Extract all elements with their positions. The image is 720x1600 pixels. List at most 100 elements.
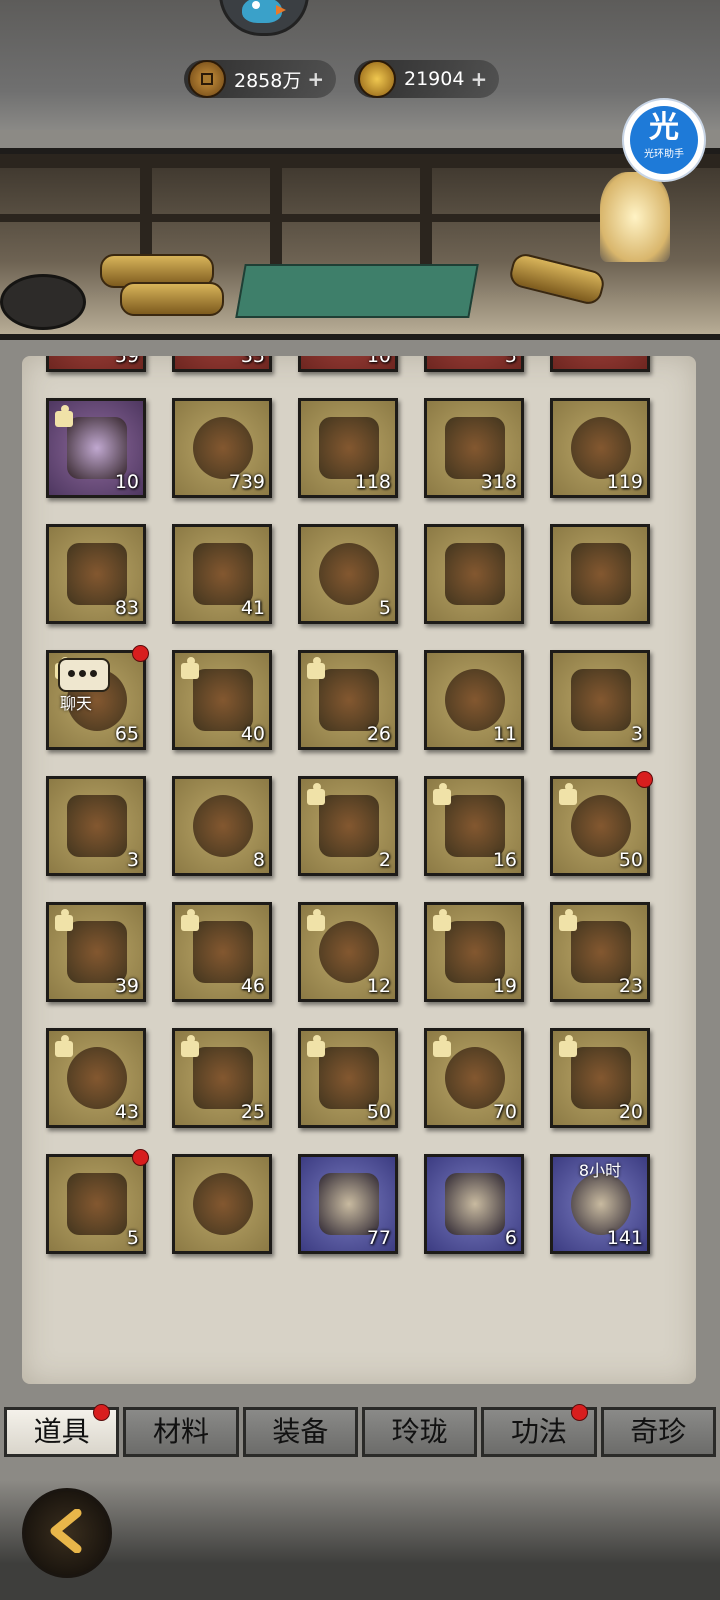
halo-assistant-badge[interactable]: 光 光环助手 — [622, 98, 706, 182]
shelf-board — [0, 214, 600, 222]
inventory-item[interactable]: 40 — [172, 650, 272, 750]
item-quantity: 26 — [366, 723, 391, 745]
inventory-item[interactable]: 20 — [550, 1028, 650, 1128]
item-quantity: 119 — [606, 471, 643, 493]
item-quantity: 50 — [366, 1101, 391, 1123]
inventory-item[interactable]: 41 — [172, 524, 272, 624]
inventory-item[interactable]: 8 — [172, 776, 272, 876]
item-quantity: 5 — [504, 356, 517, 367]
helper-label: 光环助手 — [644, 149, 684, 160]
gold-currency[interactable]: 21904 + — [354, 60, 500, 98]
inventory-item[interactable]: 35 — [172, 356, 272, 372]
inventory-item[interactable]: 118 — [298, 398, 398, 498]
inventory-item[interactable] — [172, 1154, 272, 1254]
item-timer: 8小时 — [578, 1161, 622, 1180]
inventory-item[interactable]: 23 — [550, 902, 650, 1002]
gold-amount: 21904 — [404, 68, 465, 90]
item-quantity: 20 — [618, 1101, 643, 1123]
item-quantity: 83 — [114, 597, 139, 619]
inventory-item[interactable]: 318 — [424, 398, 524, 498]
inventory-item[interactable]: 83 — [46, 524, 146, 624]
add-copper-button[interactable]: + — [307, 67, 324, 91]
notification-dot — [636, 771, 653, 788]
inventory-item[interactable]: 10 — [46, 398, 146, 498]
tab-5[interactable]: 奇珍 — [600, 1407, 716, 1457]
tab-0[interactable]: 道具 — [4, 1404, 120, 1457]
add-gold-button[interactable]: + — [470, 67, 487, 91]
inventory-item[interactable]: 2 — [298, 776, 398, 876]
inventory-item[interactable]: 3 — [550, 650, 650, 750]
item-quantity: 25 — [240, 1101, 265, 1123]
item-quantity: 118 — [354, 471, 391, 493]
map-scroll-icon — [445, 669, 505, 731]
inventory-item[interactable]: 39 — [46, 902, 146, 1002]
tab-4[interactable]: 功法 — [481, 1404, 597, 1457]
inventory-item[interactable]: 43 — [46, 1028, 146, 1128]
item-quantity: 77 — [366, 1227, 391, 1249]
scroll-roll-icon — [507, 251, 607, 307]
shelf-post — [420, 154, 432, 264]
green-cloth-icon — [235, 264, 479, 318]
item-quantity: 40 — [240, 723, 265, 745]
inventory-item[interactable]: 119 — [550, 398, 650, 498]
inventory-item[interactable]: 12 — [298, 902, 398, 1002]
golden-treasure-icon — [193, 1173, 253, 1235]
chat-button[interactable] — [58, 658, 110, 692]
inventory-item[interactable]: 25 — [172, 1028, 272, 1128]
tab-2[interactable]: 装备 — [242, 1407, 358, 1457]
inventory-item[interactable]: 3 — [46, 776, 146, 876]
puzzle-piece-icon — [53, 1035, 77, 1059]
inventory-item[interactable]: 11 — [424, 650, 524, 750]
inventory-item[interactable]: 16 — [424, 776, 524, 876]
puzzle-piece-icon — [53, 405, 77, 429]
inventory-item[interactable]: 10 — [298, 356, 398, 372]
back-arrow-icon — [50, 1509, 82, 1553]
inventory-item[interactable] — [550, 356, 650, 372]
inventory-item[interactable]: 59 — [46, 356, 146, 372]
tab-3[interactable]: 玲珑 — [361, 1407, 478, 1457]
puzzle-piece-icon — [305, 783, 329, 807]
inventory-item[interactable] — [550, 524, 650, 624]
inventory-panel[interactable]: 59 35 10 5 10 739 118 318 119 83 41 5 65 40 26 11 3 3 8 2 16… — [22, 356, 696, 1384]
shelf-post — [270, 154, 282, 264]
back-button[interactable] — [22, 1488, 112, 1578]
item-quantity: 70 — [492, 1101, 517, 1123]
storeroom-banner — [0, 148, 720, 340]
item-quantity: 43 — [114, 1101, 139, 1123]
inventory-item[interactable]: 26 — [298, 650, 398, 750]
notification-dot — [132, 1149, 149, 1166]
player-avatar[interactable] — [219, 0, 309, 36]
inventory-item[interactable]: 70 — [424, 1028, 524, 1128]
item-quantity: 739 — [228, 471, 265, 493]
inventory-item[interactable] — [424, 524, 524, 624]
inventory-item[interactable]: 5 — [298, 524, 398, 624]
inventory-item[interactable]: 739 — [172, 398, 272, 498]
item-quantity: 11 — [492, 723, 517, 745]
puzzle-piece-icon — [557, 783, 581, 807]
copper-currency[interactable]: 2858万 + — [184, 60, 337, 98]
jade-dragon-seal-icon — [571, 669, 631, 731]
item-quantity: 39 — [114, 975, 139, 997]
inventory-item[interactable]: 5 — [46, 1149, 149, 1254]
puzzle-piece-icon — [431, 783, 455, 807]
item-quantity: 2 — [378, 849, 391, 871]
inventory-item[interactable]: 50 — [550, 771, 653, 876]
puzzle-piece-icon — [557, 909, 581, 933]
inventory-item[interactable]: 77 — [298, 1154, 398, 1254]
item-quantity: 12 — [366, 975, 391, 997]
inventory-item[interactable]: 5 — [424, 356, 524, 372]
puzzle-piece-icon — [305, 1035, 329, 1059]
notification-dot — [93, 1404, 111, 1421]
inventory-item[interactable]: 8小时 141 — [550, 1154, 650, 1254]
item-quantity: 19 — [492, 975, 517, 997]
puzzle-piece-icon — [305, 909, 329, 933]
notification-dot — [570, 1404, 588, 1421]
tab-1[interactable]: 材料 — [123, 1407, 239, 1457]
inventory-item[interactable]: 6 — [424, 1154, 524, 1254]
inventory-item[interactable]: 50 — [298, 1028, 398, 1128]
inventory-item[interactable]: 19 — [424, 902, 524, 1002]
bronze-beast-seal-icon — [193, 795, 253, 857]
item-quantity: 6 — [504, 1227, 517, 1249]
puzzle-piece-icon — [431, 909, 455, 933]
inventory-item[interactable]: 46 — [172, 902, 272, 1002]
